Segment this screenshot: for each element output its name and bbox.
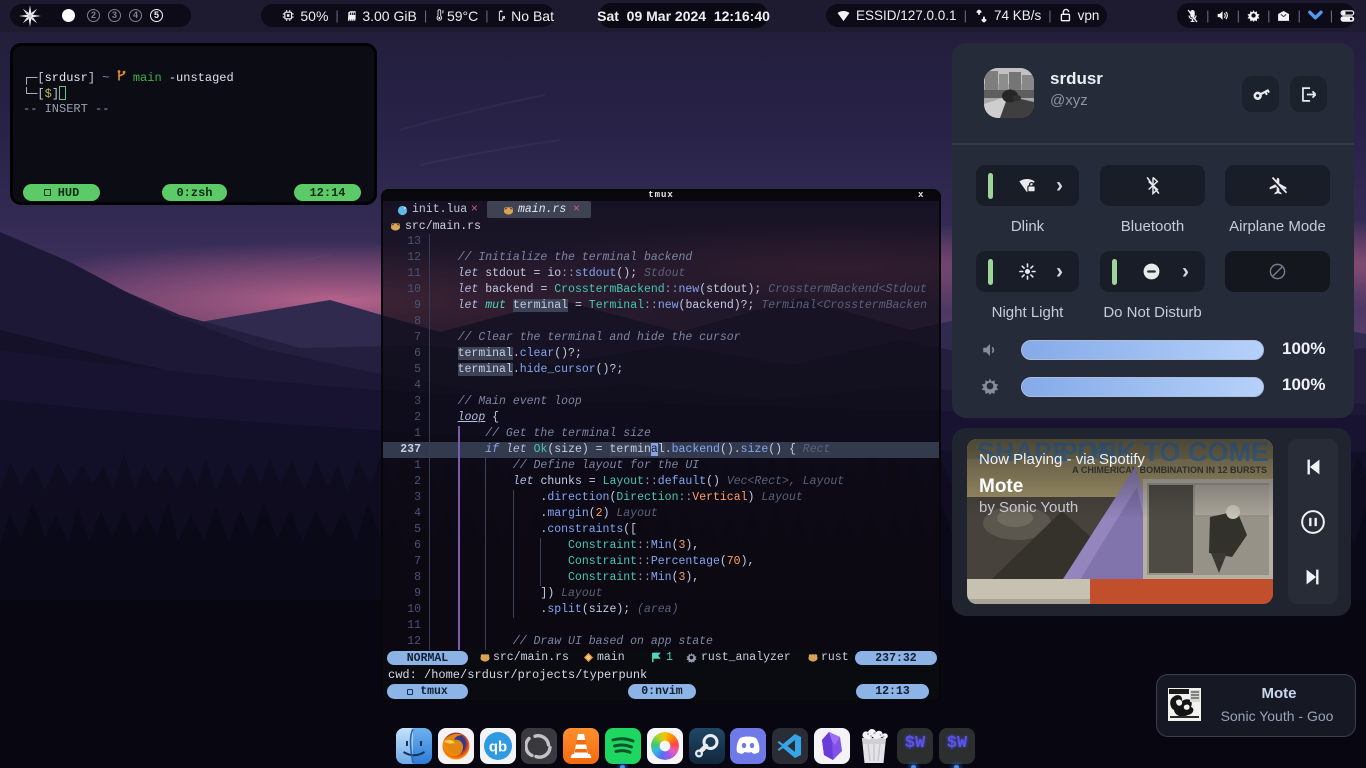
svg-text:qb: qb: [489, 739, 507, 756]
